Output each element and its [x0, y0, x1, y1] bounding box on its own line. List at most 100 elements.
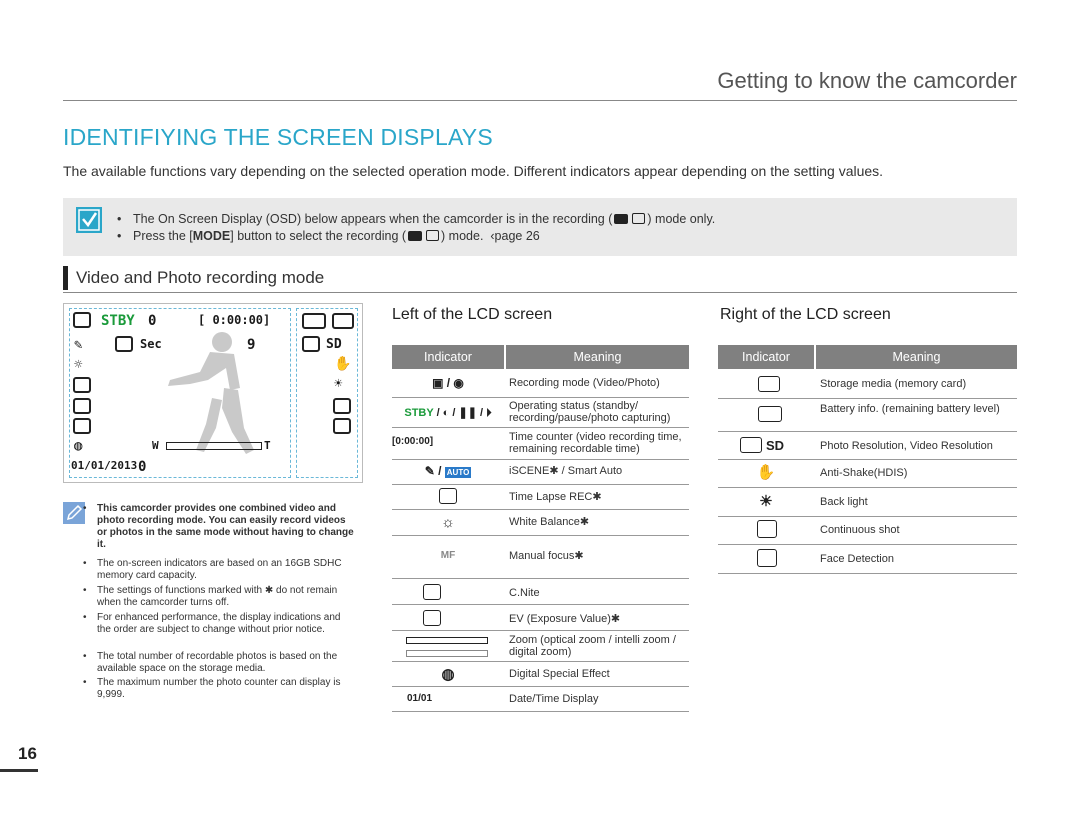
heading-bar	[63, 266, 68, 290]
anti-shake-icon: ✋	[334, 356, 352, 372]
page-number: 16	[18, 744, 37, 763]
left-row-meaning: Digital Special Effect	[509, 668, 610, 680]
side-note-item: • For enhanced performance, the display i…	[83, 612, 341, 635]
row-divider	[718, 431, 1017, 432]
note-line-2: • Press the [MODE] button to select the r…	[117, 229, 540, 243]
zoom-t-label: T	[264, 439, 271, 452]
osd-photo-count: 9	[247, 337, 256, 353]
section-title: IDENTIFIYING THE SCREEN DISPLAYS	[63, 124, 493, 150]
digital-effect-icon: ◍	[74, 438, 83, 454]
operating-status-icon: STBY / ◐ / ❚❚ / ⏵	[404, 407, 492, 419]
row-divider	[718, 544, 1017, 545]
cnite-icon	[73, 398, 91, 414]
row-divider	[718, 459, 1017, 460]
white-balance-icon: ☼	[74, 357, 83, 373]
side-note-item: • This camcorder provides one combined vi…	[83, 503, 354, 550]
row-divider	[392, 711, 689, 712]
left-header-meaning: Meaning	[573, 350, 622, 364]
back-light-icon: ☀	[334, 376, 343, 392]
row-divider	[392, 686, 689, 687]
face-detection-icon	[333, 418, 351, 434]
left-row-meaning: Time counter (video recording time, rema…	[509, 431, 682, 455]
osd-sec: Sec	[140, 337, 162, 351]
ev-icon	[423, 610, 441, 626]
osd-counter: 0	[148, 313, 157, 329]
battery-icon	[758, 406, 782, 422]
left-table-title: Left of the LCD screen	[392, 306, 553, 323]
left-row-meaning: iSCENE✱ / Smart Auto	[509, 465, 623, 477]
right-header-meaning: Meaning	[892, 350, 941, 364]
battery-icon	[332, 313, 354, 329]
digital-effect-icon: ◍	[441, 666, 455, 683]
side-note-item: • The maximum number the photo counter ca…	[83, 677, 341, 700]
zoom-w-label: W	[152, 439, 159, 452]
continuous-shot-icon	[757, 520, 777, 538]
resolution-sd-label: SD	[766, 438, 785, 453]
iscene-smart-auto-icon: ✎ / AUTO	[424, 464, 472, 478]
side-note-item: • The total number of recordable photos i…	[83, 651, 338, 674]
row-divider	[392, 661, 689, 662]
row-divider	[718, 398, 1017, 399]
osd-time-display: 0	[138, 459, 147, 475]
zoom-bar-icon	[406, 637, 488, 644]
right-row-meaning: Photo Resolution, Video Resolution	[820, 440, 993, 452]
anti-shake-icon: ✋	[756, 464, 776, 481]
left-row-meaning: C.Nite	[509, 587, 540, 599]
right-row-meaning: Continuous shot	[820, 524, 900, 536]
right-header-indicator: Indicator	[742, 350, 790, 364]
iscene-icon: ✎	[74, 337, 83, 353]
intro-text: The available functions vary depending o…	[63, 163, 884, 179]
right-table-title: Right of the LCD screen	[720, 306, 891, 323]
header-rule	[63, 100, 1017, 101]
cnite-icon	[423, 584, 441, 600]
osd-sd: SD	[326, 337, 342, 352]
left-row-meaning: Zoom (optical zoom / intelli zoom / digi…	[509, 634, 676, 658]
photo-camera-icon	[632, 213, 646, 224]
row-divider	[718, 487, 1017, 488]
page-number-rule	[0, 769, 38, 772]
osd-stby: STBY	[101, 313, 135, 329]
row-divider	[718, 516, 1017, 517]
heading-rule	[63, 292, 1017, 293]
right-row-meaning: Battery info. (remaining battery level)	[820, 403, 1000, 415]
photo-resolution-icon	[740, 437, 762, 453]
left-row-meaning: Manual focus✱	[509, 550, 584, 562]
right-row-meaning: Face Detection	[820, 553, 894, 565]
date-time-icon: 01/01	[407, 693, 433, 704]
note-line-1: • The On Screen Display (OSD) below appea…	[117, 212, 716, 226]
row-divider	[392, 509, 689, 510]
left-row-meaning: Date/Time Display	[509, 693, 599, 705]
storage-media-icon	[758, 376, 780, 392]
white-balance-icon: ☼	[441, 514, 455, 531]
photo-camera-icon	[426, 230, 440, 241]
row-divider	[392, 630, 689, 631]
back-light-icon: ☀	[759, 493, 773, 510]
face-detection-icon	[757, 549, 777, 567]
left-row-meaning: White Balance✱	[509, 516, 590, 528]
left-header-indicator: Indicator	[424, 350, 472, 364]
manual-focus-icon	[73, 377, 91, 393]
time-lapse-icon	[115, 336, 133, 352]
row-divider	[392, 397, 689, 398]
time-counter-icon: [0:00:00]	[392, 436, 434, 447]
page-header-title: Getting to know the camcorder	[717, 68, 1017, 93]
osd-date: 01/01/2013	[71, 459, 138, 472]
right-row-meaning: Anti-Shake(HDIS)	[820, 467, 908, 479]
manual-focus-icon: MF	[440, 550, 456, 561]
zoom-bar-icon	[406, 650, 488, 657]
video-photo-mode-icon: ▣ / ◉	[432, 376, 464, 390]
row-divider	[718, 573, 1017, 574]
video-photo-mode-icon	[73, 312, 91, 328]
video-camera-icon	[408, 231, 423, 241]
video-camera-icon	[614, 214, 629, 224]
zoom-bar	[166, 442, 262, 450]
side-note-item: • The on-screen indicators are based on a…	[83, 558, 342, 581]
row-divider	[392, 484, 689, 485]
lcd-right-area	[296, 308, 358, 478]
continuous-shot-icon	[333, 398, 351, 414]
row-divider	[392, 459, 689, 460]
row-divider	[392, 427, 689, 428]
left-row-meaning: Operating status (standby/ recording/pau…	[509, 400, 671, 424]
osd-time: [ 0:00:00]	[198, 313, 271, 327]
storage-media-icon	[302, 313, 326, 329]
